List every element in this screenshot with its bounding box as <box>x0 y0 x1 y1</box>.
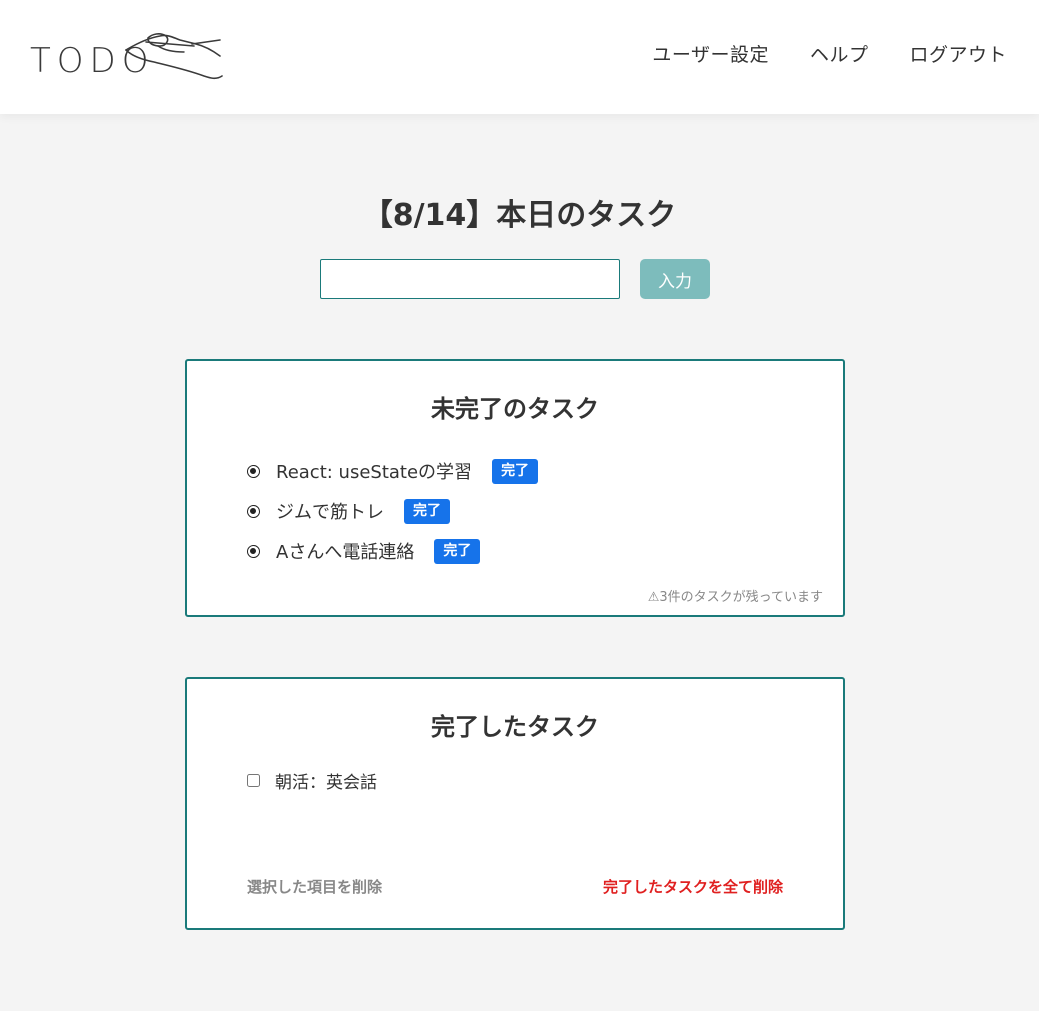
list-item: React: useStateの学習 完了 <box>247 451 539 491</box>
nav-logout[interactable]: ログアウト <box>909 40 1007 67</box>
list-item: ジムで筋トレ 完了 <box>247 491 538 531</box>
task-text: ジムで筋トレ <box>276 502 384 523</box>
completed-task-list: 朝活：英会話 <box>247 767 377 793</box>
remaining-tasks-note: ⚠3件のタスクが残っています <box>647 590 823 605</box>
radio-bullet-icon <box>247 504 260 518</box>
task-text: React: useStateの学習 <box>276 462 473 483</box>
complete-button[interactable]: 完了 <box>404 498 450 524</box>
page-title: 【8/14】本日のタスク <box>362 198 677 233</box>
radio-bullet-icon <box>247 544 260 558</box>
header-nav: ユーザー設定 ヘルプ ログアウト <box>652 40 1007 67</box>
incomplete-tasks-title: 未完了のタスク <box>431 395 599 423</box>
completed-tasks-title: 完了したタスク <box>431 713 599 741</box>
add-task-button[interactable]: 入力 <box>640 259 710 299</box>
task-text: Aさんへ電話連絡 <box>276 542 415 563</box>
app-header: TODO ユーザー設定 ヘルプ ログアウト <box>0 0 1039 114</box>
nav-help[interactable]: ヘルプ <box>810 40 869 67</box>
todo-logo[interactable]: TODO <box>28 26 228 86</box>
delete-all-completed-button[interactable]: 完了したタスクを全て削除 <box>603 876 783 897</box>
radio-bullet-icon <box>247 464 260 478</box>
incomplete-tasks-card: 未完了のタスク React: useStateの学習 完了 ジムで筋トレ 完了 … <box>185 359 845 617</box>
task-input[interactable] <box>320 259 620 299</box>
nav-user-settings[interactable]: ユーザー設定 <box>652 40 769 67</box>
logo-hand-drawing: TODO <box>30 33 223 81</box>
complete-button[interactable]: 完了 <box>492 458 539 484</box>
list-item: 朝活：英会話 <box>247 767 377 793</box>
delete-selected-button[interactable]: 選択した項目を削除 <box>247 876 382 897</box>
list-item: Aさんへ電話連絡 完了 <box>247 531 538 571</box>
complete-button[interactable]: 完了 <box>434 538 481 564</box>
task-text: 朝活：英会話 <box>275 772 377 793</box>
logo-text: TODO <box>30 41 154 81</box>
task-checkbox[interactable] <box>247 773 260 787</box>
completed-tasks-card: 完了したタスク 朝活：英会話 選択した項目を削除 完了したタスクを全て削除 <box>185 677 845 930</box>
incomplete-task-list: React: useStateの学習 完了 ジムで筋トレ 完了 Aさんへ電話連絡… <box>247 451 539 571</box>
